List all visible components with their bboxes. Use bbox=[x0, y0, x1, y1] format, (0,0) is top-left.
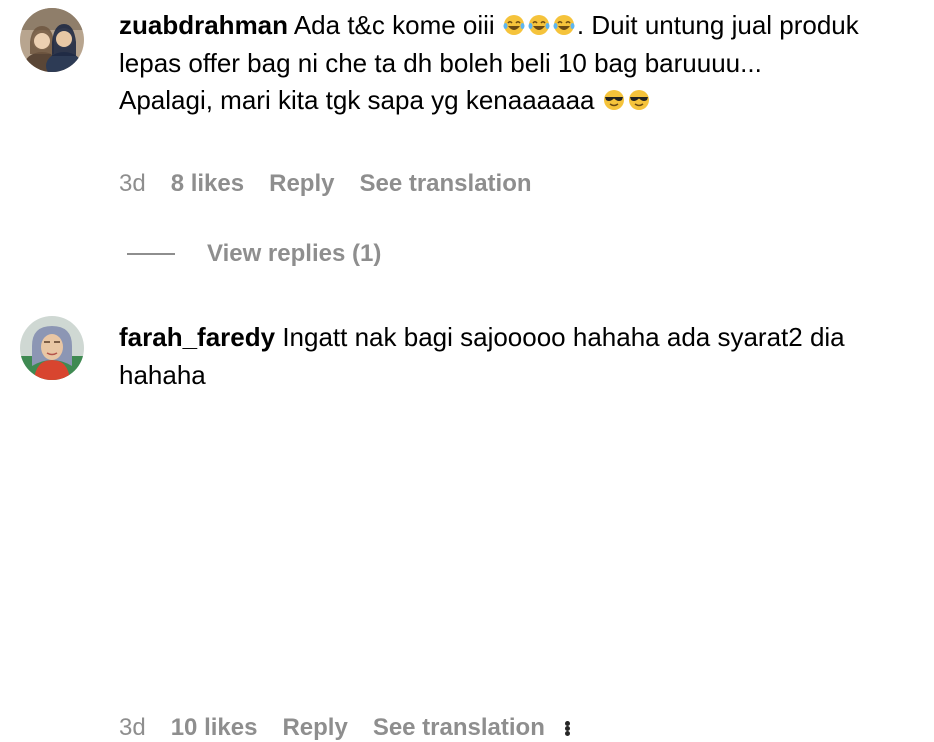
see-translation-button[interactable]: See translation bbox=[359, 170, 531, 198]
reply-button[interactable]: Reply bbox=[269, 170, 334, 198]
face-with-tears-of-joy-icon bbox=[553, 15, 575, 35]
avatar-image bbox=[20, 316, 84, 380]
comment-text-part: Ada t&c kome oiii bbox=[293, 10, 502, 40]
reply-button[interactable]: Reply bbox=[282, 714, 347, 742]
view-replies-label: View replies (1) bbox=[207, 240, 382, 267]
more-horizontal-icon[interactable] bbox=[564, 720, 570, 736]
face-with-tears-of-joy-icon bbox=[528, 15, 550, 35]
replies-divider-line bbox=[127, 253, 175, 255]
see-translation-button[interactable]: See translation bbox=[373, 714, 545, 742]
username[interactable]: farah_faredy bbox=[119, 322, 275, 352]
view-replies-button[interactable]: View replies (1) bbox=[127, 240, 381, 268]
comment-time[interactable]: 3d bbox=[119, 170, 146, 198]
comment-text: zuabdrahman Ada t&c kome oiii . Duit unt… bbox=[119, 7, 919, 120]
comment-meta: 3d 10 likes Reply See translation bbox=[119, 714, 570, 742]
comment-meta: 3d 8 likes Reply See translation bbox=[119, 170, 552, 198]
avatar-image bbox=[20, 8, 84, 72]
comment-text: farah_faredy Ingatt nak bagi sajooooo ha… bbox=[119, 319, 919, 394]
smiling-face-with-sunglasses-icon bbox=[603, 90, 624, 110]
likes-count[interactable]: 10 likes bbox=[171, 714, 258, 742]
comment-time[interactable]: 3d bbox=[119, 714, 146, 742]
likes-count[interactable]: 8 likes bbox=[171, 170, 244, 198]
avatar[interactable] bbox=[20, 316, 84, 380]
smiling-face-with-sunglasses-icon bbox=[628, 90, 649, 110]
face-with-tears-of-joy-icon bbox=[503, 15, 525, 35]
username[interactable]: zuabdrahman bbox=[119, 10, 288, 40]
avatar[interactable] bbox=[20, 8, 84, 72]
